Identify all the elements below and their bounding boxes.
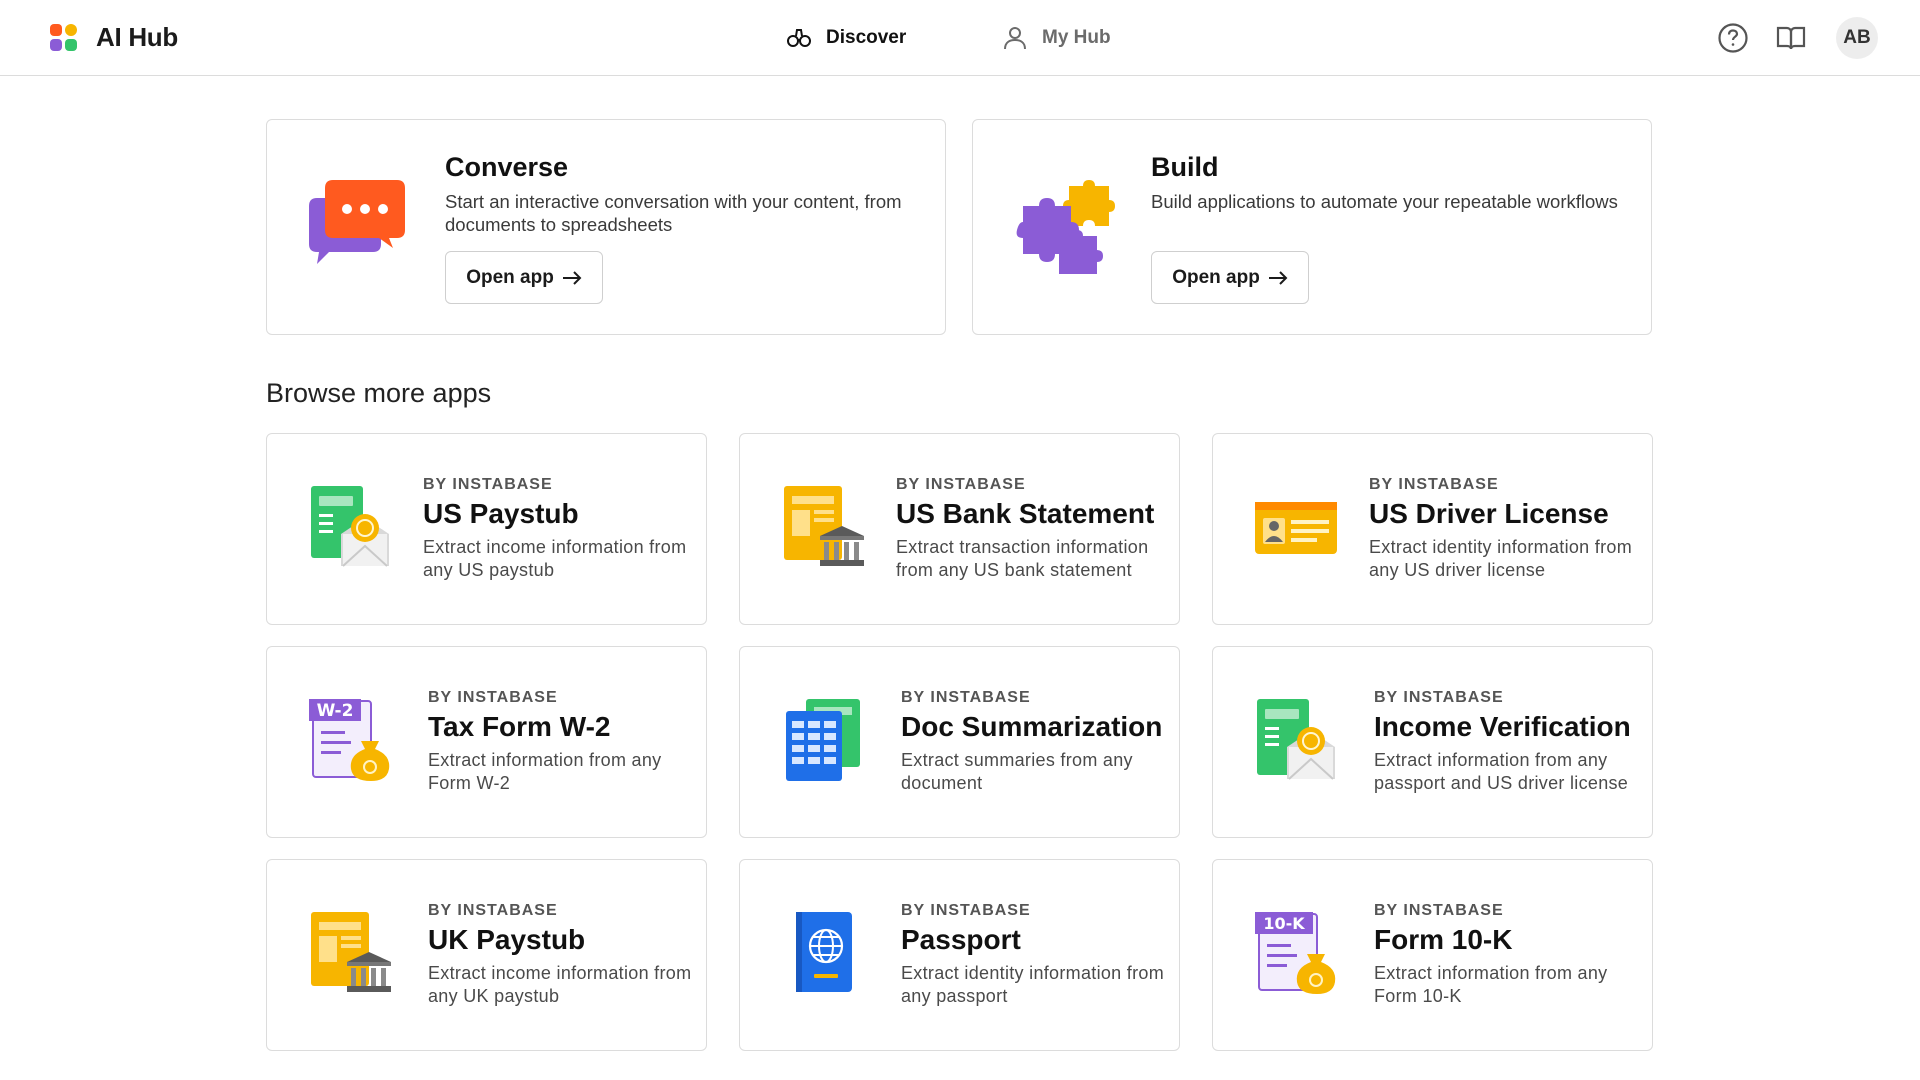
app-description: Extract income information from any US p… xyxy=(423,537,687,580)
app-title: Tax Form W-2 xyxy=(428,711,611,742)
nav-discover[interactable]: Discover xyxy=(786,24,906,52)
app-card-income-verification[interactable]: BY INSTABASE Income Verification Extract… xyxy=(1212,646,1653,838)
top-header: AI Hub Discover My Hub AB xyxy=(0,0,1920,76)
app-publisher: BY INSTABASE xyxy=(428,902,558,919)
feature-title: Converse xyxy=(445,152,569,182)
brand[interactable]: AI Hub xyxy=(50,22,178,53)
id-card-icon xyxy=(1255,502,1337,554)
app-publisher: BY INSTABASE xyxy=(901,902,1031,919)
bank-statement-icon xyxy=(784,486,864,566)
feature-card-converse[interactable]: Converse Start an interactive conversati… xyxy=(266,119,946,335)
app-publisher: BY INSTABASE xyxy=(1369,476,1499,493)
app-card-passport[interactable]: BY INSTABASE Passport Extract identity i… xyxy=(739,859,1180,1051)
uk-paystub-bank-icon xyxy=(311,912,391,992)
open-app-label: Open app xyxy=(466,266,554,288)
app-card-form-10k[interactable]: 10-K BY INSTABASE Form 10-K Extract info… xyxy=(1212,859,1653,1051)
10k-form-icon: 10-K xyxy=(1255,912,1336,994)
app-title: US Paystub xyxy=(423,498,579,529)
app-title: Form 10-K xyxy=(1374,924,1513,955)
app-title: Income Verification xyxy=(1374,711,1631,742)
w2-form-icon: W-2 xyxy=(309,699,390,781)
app-card-doc-summarization[interactable]: BY INSTABASE Doc Summarization Extract s… xyxy=(739,646,1180,838)
income-envelope-icon xyxy=(1257,699,1335,780)
feature-description: Start an interactive conversation with y… xyxy=(445,191,902,235)
spreadsheet-icon xyxy=(786,699,860,781)
chat-bubbles-icon xyxy=(309,180,405,264)
app-title: Passport xyxy=(901,924,1021,955)
binoculars-icon xyxy=(787,29,811,47)
help-circle-icon[interactable] xyxy=(1717,22,1749,54)
feature-description: Build applications to automate your repe… xyxy=(1151,191,1618,212)
nav-my-hub[interactable]: My Hub xyxy=(1002,24,1111,52)
app-card-tax-form-w2[interactable]: W-2 BY INSTABASE Tax Form W-2 Extract in… xyxy=(266,646,707,838)
feature-card-build[interactable]: Build Build applications to automate you… xyxy=(972,119,1652,335)
app-description: Extract summaries from any document xyxy=(901,750,1133,793)
app-card-us-bank-statement[interactable]: BY INSTABASE US Bank Statement Extract t… xyxy=(739,433,1180,625)
paystub-envelope-icon xyxy=(311,486,389,567)
app-description: Extract transaction information from any… xyxy=(896,537,1149,580)
open-app-button[interactable]: Open app xyxy=(1151,251,1309,304)
app-title: Doc Summarization xyxy=(901,711,1163,742)
app-description: Extract identity information from any US… xyxy=(1369,537,1632,580)
book-icon[interactable] xyxy=(1775,22,1807,54)
passport-icon xyxy=(796,912,852,992)
app-description: Extract information from any Form W-2 xyxy=(428,750,662,793)
ai-hub-logo-icon xyxy=(50,23,78,52)
open-app-button[interactable]: Open app xyxy=(445,251,603,304)
app-publisher: BY INSTABASE xyxy=(901,689,1031,706)
nav-my-hub-label: My Hub xyxy=(1042,27,1111,48)
brand-title: AI Hub xyxy=(96,22,178,52)
app-description: Extract identity information from any pa… xyxy=(901,963,1164,1006)
app-publisher: BY INSTABASE xyxy=(428,689,558,706)
10k-badge: 10-K xyxy=(1263,914,1305,933)
app-title: UK Paystub xyxy=(428,924,586,955)
app-title: US Driver License xyxy=(1369,498,1609,529)
nav-discover-label: Discover xyxy=(826,27,907,48)
browse-section-title: Browse more apps xyxy=(266,378,492,408)
app-publisher: BY INSTABASE xyxy=(1374,689,1504,706)
app-publisher: BY INSTABASE xyxy=(423,476,553,493)
arrow-right-icon xyxy=(1268,270,1288,285)
app-title: US Bank Statement xyxy=(896,498,1155,529)
app-publisher: BY INSTABASE xyxy=(896,476,1026,493)
puzzle-icon xyxy=(1016,180,1115,274)
app-description: Extract information from any Form 10-K xyxy=(1374,963,1608,1006)
app-publisher: BY INSTABASE xyxy=(1374,902,1504,919)
app-card-us-driver-license[interactable]: BY INSTABASE US Driver License Extract i… xyxy=(1212,433,1653,625)
w2-badge: W-2 xyxy=(317,701,354,721)
user-icon xyxy=(1004,27,1026,50)
open-app-label: Open app xyxy=(1172,266,1260,288)
app-description: Extract income information from any UK p… xyxy=(428,963,692,1006)
app-card-uk-paystub[interactable]: BY INSTABASE UK Paystub Extract income i… xyxy=(266,859,707,1051)
feature-title: Build xyxy=(1151,152,1219,182)
arrow-right-icon xyxy=(562,270,582,285)
user-avatar[interactable]: AB xyxy=(1836,17,1878,59)
app-card-us-paystub[interactable]: BY INSTABASE US Paystub Extract income i… xyxy=(266,433,707,625)
app-description: Extract information from any passport an… xyxy=(1374,750,1629,793)
